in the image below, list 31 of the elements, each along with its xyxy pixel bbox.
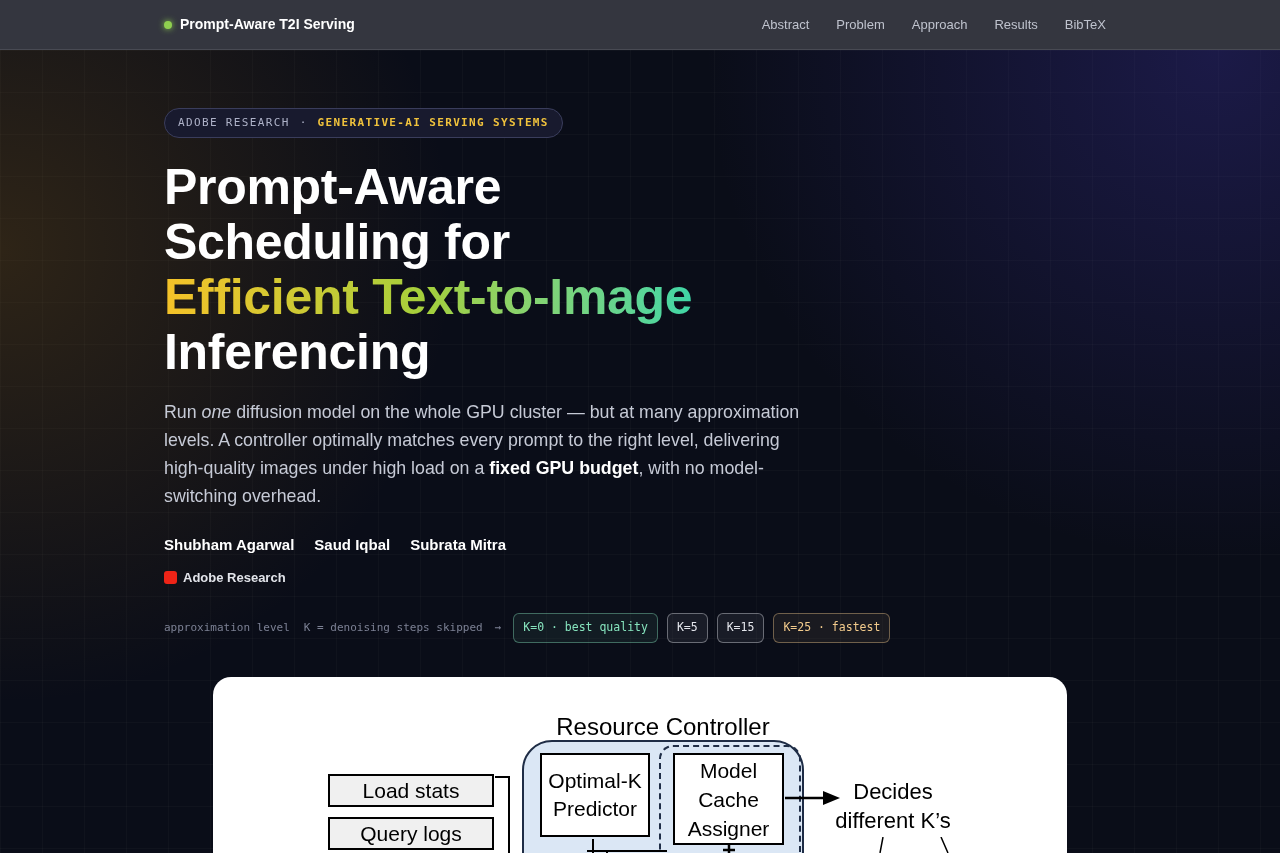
nav-link[interactable]: Approach — [911, 14, 968, 35]
author-name: Subrata Mitra — [410, 535, 506, 555]
level-chip: K=25 · fastest — [773, 613, 891, 643]
arrow-connector — [785, 791, 840, 805]
figure-title: Resource Controller — [555, 713, 771, 741]
levels-label: approximation level — [164, 619, 290, 636]
affiliation-text: Adobe Research — [183, 568, 286, 587]
plus-connector — [723, 845, 735, 853]
badge-separator: · — [299, 114, 308, 131]
level-chip: K=0 · best quality — [513, 613, 658, 643]
summary-paragraph: Run one diffusion model on the whole GPU cluster — but at many approximation levels. A controller optimally matches every prompt to the right level, delivering high-quality images under high load on a fixed GPU budget, with no model-switching overhead. — [164, 401, 801, 508]
input-node: Query logs — [328, 817, 494, 850]
level-chip: K=15 — [716, 613, 765, 643]
nav-link[interactable]: Results — [994, 14, 1038, 35]
predictor-node: Optimal-K Predictor — [540, 753, 650, 837]
logo-square-icon — [164, 570, 177, 584]
levels-arrow: → — [494, 619, 502, 636]
input-node: Load stats — [328, 774, 494, 807]
hero-title: Prompt-Aware Scheduling for Efficient Text-to-Image Inferencing — [164, 160, 693, 380]
nav-link[interactable]: Problem — [836, 14, 885, 35]
author-name: Saud Iqbal — [314, 535, 391, 555]
badge-org: ADOBE RESEARCH — [178, 114, 290, 131]
assigner-node: Model Cache Assigner — [673, 753, 784, 845]
nav-link[interactable]: BibTeX — [1064, 14, 1106, 35]
brand-link[interactable]: Prompt-Aware T2I Serving — [180, 14, 355, 35]
nav-link[interactable]: Abstract — [761, 14, 810, 35]
badge-topic: GENERATIVE-AI SERVING SYSTEMS — [317, 114, 549, 131]
output-label: Decides different K’s — [834, 778, 952, 835]
level-chip: K=5 — [666, 613, 708, 643]
levels-legend: K = denoising steps skipped — [303, 619, 483, 637]
author-name: Shubham Agarwal — [164, 535, 295, 555]
